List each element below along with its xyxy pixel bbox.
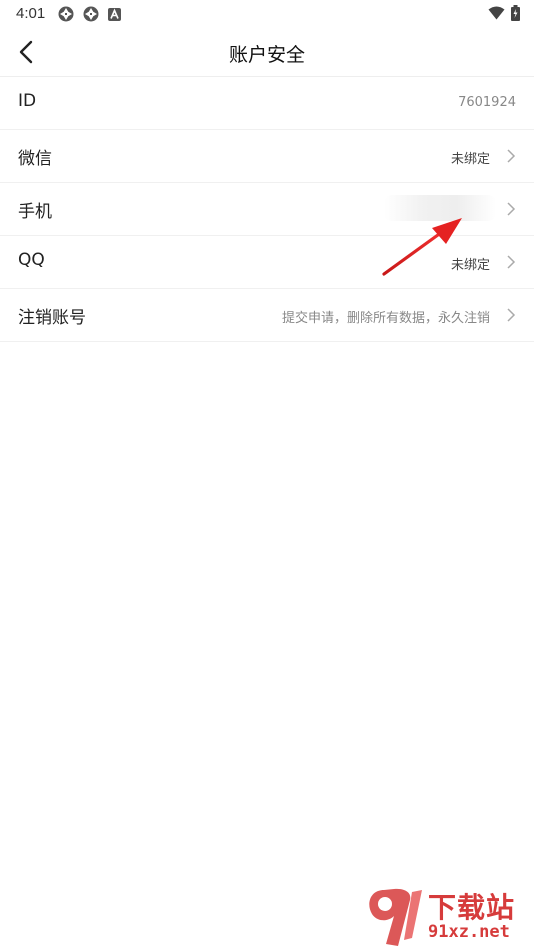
watermark-91-icon	[369, 888, 422, 946]
row-qq[interactable]: QQ 未绑定	[0, 236, 534, 289]
row-delete-account[interactable]: 注销账号 提交申请，删除所有数据，永久注销	[0, 289, 534, 342]
battery-icon	[511, 5, 520, 21]
status-bar: 4:01	[0, 0, 534, 28]
system-icons	[488, 5, 520, 21]
row-label: 注销账号	[18, 308, 86, 328]
row-id: ID 7601924	[0, 77, 534, 130]
chevron-right-icon	[507, 149, 516, 163]
row-label: 微信	[18, 149, 52, 169]
wifi-icon	[488, 6, 505, 20]
settings-list: ID 7601924 微信 未绑定 手机 QQ 未绑定 注销账号 提交申请，删除…	[0, 77, 534, 342]
row-label: 手机	[18, 202, 52, 222]
row-label: QQ	[18, 250, 45, 270]
row-phone[interactable]: 手机	[0, 183, 534, 236]
page-title: 账户安全	[228, 44, 305, 66]
a-badge-icon	[108, 7, 121, 21]
app-header: 账户安全	[0, 28, 534, 77]
notification-icons	[58, 6, 121, 22]
watermark-domain: 91xz.net	[428, 922, 510, 942]
qq-bind-status: 未绑定	[450, 258, 490, 273]
row-wechat[interactable]: 微信 未绑定	[0, 130, 534, 183]
aperture-icon	[83, 6, 99, 22]
wechat-bind-status: 未绑定	[450, 152, 490, 167]
obscured-phone-value	[384, 195, 496, 221]
delete-account-hint: 提交申请，删除所有数据，永久注销	[281, 311, 490, 326]
watermark-logo: 下载站 91xz.net	[364, 886, 534, 950]
chevron-right-icon	[507, 255, 516, 269]
status-time: 4:01	[16, 5, 46, 22]
row-label: ID	[18, 91, 37, 111]
chevron-right-icon	[507, 308, 516, 322]
chevron-right-icon	[507, 202, 516, 216]
aperture-icon	[58, 6, 74, 22]
watermark-text: 下载站	[428, 891, 516, 924]
id-value: 7601924	[458, 95, 516, 110]
